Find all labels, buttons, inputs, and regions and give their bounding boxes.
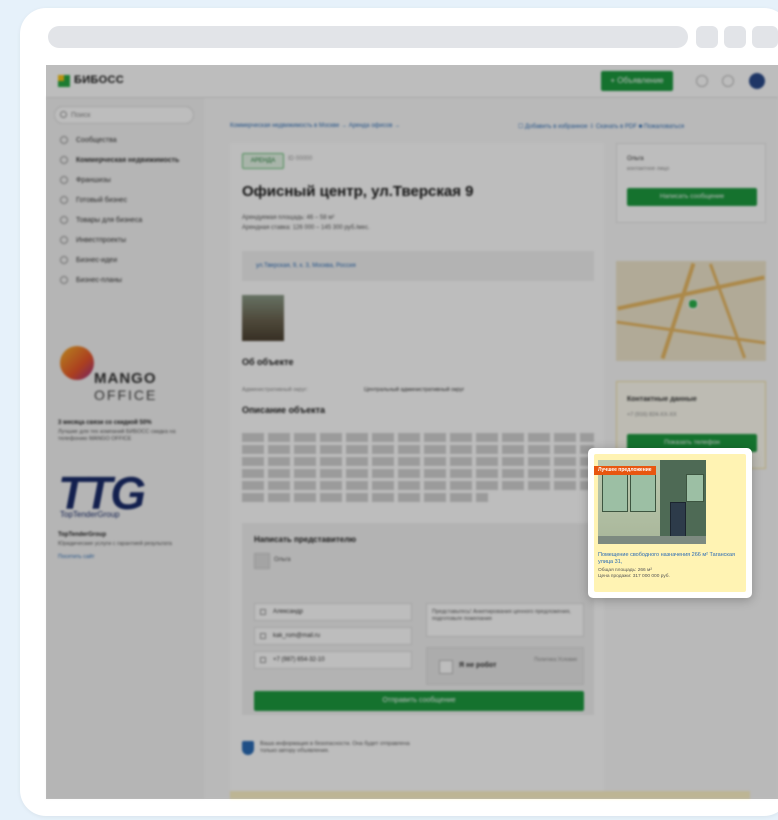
district-value: Центральный административный округ (364, 387, 465, 393)
browser-address-bar[interactable] (48, 26, 688, 48)
contact-form: Написать представителю Ольга Александр k… (242, 523, 594, 715)
form-title: Написать представителю (254, 535, 357, 544)
breadcrumb[interactable]: Коммерческая недвижимость в Москве → Аре… (230, 123, 400, 129)
user-icon (260, 609, 266, 615)
building-icon (60, 156, 68, 165)
notifications-icon[interactable] (696, 75, 708, 87)
mango-brand[interactable]: MANGO (94, 370, 157, 387)
listing-id: ID 00000 (288, 156, 313, 162)
shield-icon (242, 741, 254, 755)
phone-field[interactable]: +7 (987) 654-32-10 (254, 651, 412, 669)
sidebar-item-communities[interactable]: Сообщества (60, 134, 204, 148)
window-control-icon[interactable] (696, 26, 718, 48)
contacts-phone: +7 (916) 824-XX-XX (627, 412, 677, 418)
goods-icon (60, 216, 68, 225)
offer-card-inner: Лучшее предложение Помещение свободного … (594, 454, 746, 592)
avatar[interactable] (749, 73, 765, 89)
mango-logo-icon[interactable] (60, 346, 94, 380)
captcha-terms[interactable]: Политика Условия (527, 657, 577, 664)
idea-icon (60, 256, 68, 265)
sidebar-item-commercial[interactable]: Коммерческая недвижимость (60, 154, 204, 168)
ad-text: Лучшие для тех компаний БИБОСС скидка на… (58, 429, 176, 442)
offer-title-link[interactable]: Помещение свободного назначения 266 м² Т… (598, 552, 744, 566)
search-placeholder: Поиск (71, 112, 91, 119)
ad-link[interactable]: Посетить сайт (58, 554, 200, 561)
captcha-checkbox[interactable] (439, 660, 453, 674)
ad-title[interactable]: TopTenderGroup (58, 532, 200, 538)
add-listing-button[interactable]: + Объявление (601, 71, 673, 91)
sidebar-item-ready-business[interactable]: Готовый бизнес (60, 194, 204, 208)
listing-address[interactable]: ул.Тверская, 9, к. 3, Москва, Россия (242, 251, 594, 281)
mail-icon (260, 633, 266, 639)
location-map[interactable] (616, 261, 766, 361)
listing-description (242, 433, 594, 505)
seller-role: контактное лицо (627, 166, 670, 172)
seller-name: Ольга (627, 156, 644, 162)
invest-icon (60, 236, 68, 245)
sidebar-item-ideas[interactable]: Бизнес-идеи (60, 254, 204, 268)
message-field[interactable]: Представьтесь! Анкетирования ценного пре… (426, 603, 584, 637)
site-header: БИБОСС + Объявление (46, 65, 778, 98)
site-logo-icon[interactable] (58, 75, 70, 87)
district-key: Административный округ: (242, 387, 308, 393)
promo-strip (230, 791, 750, 799)
franchise-icon (60, 176, 68, 185)
about-heading: Об объекте (242, 357, 294, 367)
sidebar: Поиск Сообщества Коммерческая недвижимос… (46, 98, 204, 799)
ttg-logo-sub: TopTenderGroup (60, 510, 120, 519)
communities-icon (60, 136, 68, 145)
listing-area: Арендуемая площадь: 46 – 58 м² (242, 215, 335, 221)
messages-icon[interactable] (722, 75, 734, 87)
seller-card: Ольга контактное лицо Написать сообщение (616, 143, 766, 223)
ad-text: Юридические услуги с гарантией результат… (58, 541, 172, 547)
offer-price: Цена продажи: 317 000 000 руб. (598, 574, 670, 579)
page-title: Офисный центр, ул.Тверская 9 (242, 183, 474, 200)
plan-icon (60, 276, 68, 285)
sidebar-item-plans[interactable]: Бизнес-планы (60, 274, 204, 288)
listing-photo[interactable] (242, 295, 284, 341)
listing-card: АРЕНДА ID 00000 Офисный центр, ул.Тверск… (230, 143, 604, 799)
user-avatar-icon (254, 553, 270, 569)
listing-actions[interactable]: ☐ Добавить в избранное ⇩ Скачать в PDF ■… (518, 123, 684, 130)
listing-price: Арендная ставка: 126 000 – 145 300 руб./… (242, 225, 370, 231)
email-field[interactable]: kak_rom@mail.ru (254, 627, 412, 645)
rent-tag: АРЕНДА (242, 153, 284, 169)
description-heading: Описание объекта (242, 405, 325, 415)
highlighted-offer-card[interactable]: Лучшее предложение Помещение свободного … (588, 448, 752, 598)
search-input[interactable]: Поиск (54, 106, 194, 124)
sidebar-item-investprojects[interactable]: Инвестпроекты (60, 234, 204, 248)
captcha: Я не робот Политика Условия (426, 647, 584, 685)
write-message-button[interactable]: Написать сообщение (627, 188, 757, 206)
phone-icon (260, 657, 266, 663)
webpage: БИБОСС + Объявление Поиск Сообщества Ком… (46, 65, 778, 799)
map-pin-icon[interactable] (688, 299, 698, 309)
door-icon (670, 502, 686, 538)
business-icon (60, 196, 68, 205)
sidebar-item-franchises[interactable]: Франшизы (60, 174, 204, 188)
mango-brand-sub[interactable]: OFFICE (94, 387, 157, 403)
sidebar-item-goods[interactable]: Товары для бизнеса (60, 214, 204, 228)
ad-title[interactable]: 3 месяца связи со скидкой 50% (58, 420, 200, 426)
site-logo[interactable]: БИБОСС (74, 74, 124, 86)
send-message-button[interactable]: Отправить сообщение (254, 691, 584, 711)
best-offer-badge: Лучшее предложение (594, 466, 656, 475)
captcha-label: Я не робот (459, 662, 497, 669)
window-control-icon[interactable] (724, 26, 746, 48)
window-control-icon[interactable] (752, 26, 778, 48)
security-note: Ваша информация в безопасности. Она буде… (260, 741, 410, 754)
form-user-name: Ольга (274, 557, 291, 563)
name-field[interactable]: Александр (254, 603, 412, 621)
search-icon (60, 111, 67, 118)
contacts-title: Контактные данные (627, 396, 697, 403)
